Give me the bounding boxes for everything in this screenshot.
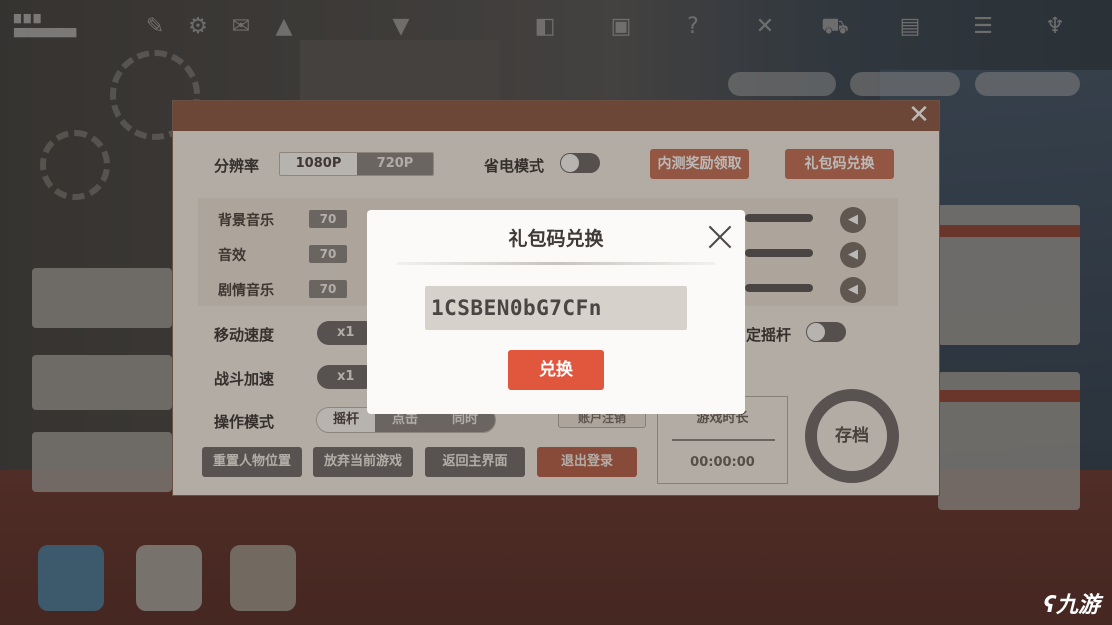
title-divider [397,262,715,265]
gift-code-input[interactable] [425,286,687,330]
watermark-s-icon: ʕ [1043,593,1056,618]
close-icon[interactable] [705,222,735,252]
modal-title: 礼包码兑换 [508,228,604,250]
redeem-button[interactable]: 兑换 [508,350,604,390]
watermark-logo: ʕ九游 [1043,587,1100,619]
gift-code-modal: 礼包码兑换 兑换 [367,210,745,414]
watermark-text: 九游 [1055,593,1100,618]
